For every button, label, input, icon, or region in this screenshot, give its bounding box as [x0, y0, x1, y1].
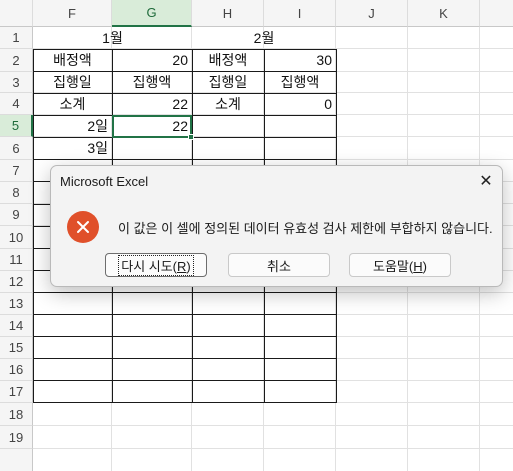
column-header-f[interactable]: F	[33, 0, 112, 27]
cell-i2[interactable]: 30	[264, 49, 336, 71]
cell-f2[interactable]: 배정액	[33, 49, 112, 71]
cell-h3[interactable]: 집행일	[192, 71, 264, 93]
retry-button[interactable]: 다시 시도(R)	[105, 253, 207, 277]
column-header-k[interactable]: K	[408, 0, 480, 27]
column-header-h[interactable]: H	[192, 0, 264, 27]
row-header-9[interactable]: 9	[0, 204, 33, 226]
row-header-15[interactable]: 15	[0, 337, 33, 359]
dialog-title: Microsoft Excel	[60, 174, 149, 189]
row-header-2[interactable]: 2	[0, 49, 33, 72]
retry-button-label: 다시 시도(R)	[118, 254, 194, 276]
cell-f3[interactable]: 집행일	[33, 71, 112, 93]
column-header-i[interactable]: I	[264, 0, 336, 27]
cell-f6[interactable]: 3일	[33, 137, 112, 159]
row-header-11[interactable]: 11	[0, 249, 33, 271]
error-x-glyph	[77, 221, 89, 233]
row-header-17[interactable]: 17	[0, 381, 33, 403]
close-icon[interactable]: ✕	[475, 170, 497, 192]
cell-g2[interactable]: 20	[112, 49, 192, 71]
cell-g4[interactable]: 22	[112, 93, 192, 115]
row-header-5[interactable]: 5	[0, 115, 33, 137]
row-header-4[interactable]: 4	[0, 93, 33, 115]
column-header-partial[interactable]	[480, 0, 513, 27]
column-header-g[interactable]: G	[112, 0, 192, 27]
fill-handle[interactable]	[188, 134, 194, 140]
row-header-7[interactable]: 7	[0, 160, 33, 182]
cell-i3[interactable]: 집행액	[264, 71, 336, 93]
row-header-6[interactable]: 6	[0, 137, 33, 160]
cell-month1[interactable]: 1월	[33, 27, 192, 49]
row-header-10[interactable]: 10	[0, 226, 33, 249]
column-header-j[interactable]: J	[336, 0, 408, 27]
cell-g3[interactable]: 집행액	[112, 71, 192, 93]
row-header-8[interactable]: 8	[0, 182, 33, 204]
row-header-12[interactable]: 12	[0, 271, 33, 293]
cell-i4[interactable]: 0	[264, 93, 336, 115]
row-header-16[interactable]: 16	[0, 359, 33, 381]
active-cell-cursor[interactable]	[112, 115, 192, 138]
cell-h2[interactable]: 배정액	[192, 49, 264, 71]
cell-h4[interactable]: 소계	[192, 93, 264, 115]
row-header-19[interactable]: 19	[0, 426, 33, 449]
error-icon	[67, 211, 99, 243]
row-header-13[interactable]: 13	[0, 293, 33, 315]
cancel-button[interactable]: 취소	[228, 253, 330, 277]
cancel-button-label: 취소	[267, 258, 291, 274]
row-header-14[interactable]: 14	[0, 315, 33, 337]
cell-f4[interactable]: 소계	[33, 93, 112, 115]
help-button[interactable]: 도움말(H)	[349, 253, 451, 277]
help-button-label: 도움말(H)	[373, 258, 427, 274]
select-all-corner[interactable]	[0, 0, 33, 27]
cell-month2[interactable]: 2월	[192, 27, 336, 49]
dialog-message: 이 값은 이 셀에 정의된 데이터 유효성 검사 제한에 부합하지 않습니다.	[118, 221, 493, 236]
cell-f5[interactable]: 2일	[33, 115, 112, 137]
row-header-3[interactable]: 3	[0, 72, 33, 93]
row-header-1[interactable]: 1	[0, 27, 33, 49]
validation-error-dialog: Microsoft Excel ✕ 이 값은 이 셀에 정의된 데이터 유효성 …	[50, 165, 503, 287]
row-header-18[interactable]: 18	[0, 403, 33, 426]
row-header-partial[interactable]	[0, 449, 33, 471]
